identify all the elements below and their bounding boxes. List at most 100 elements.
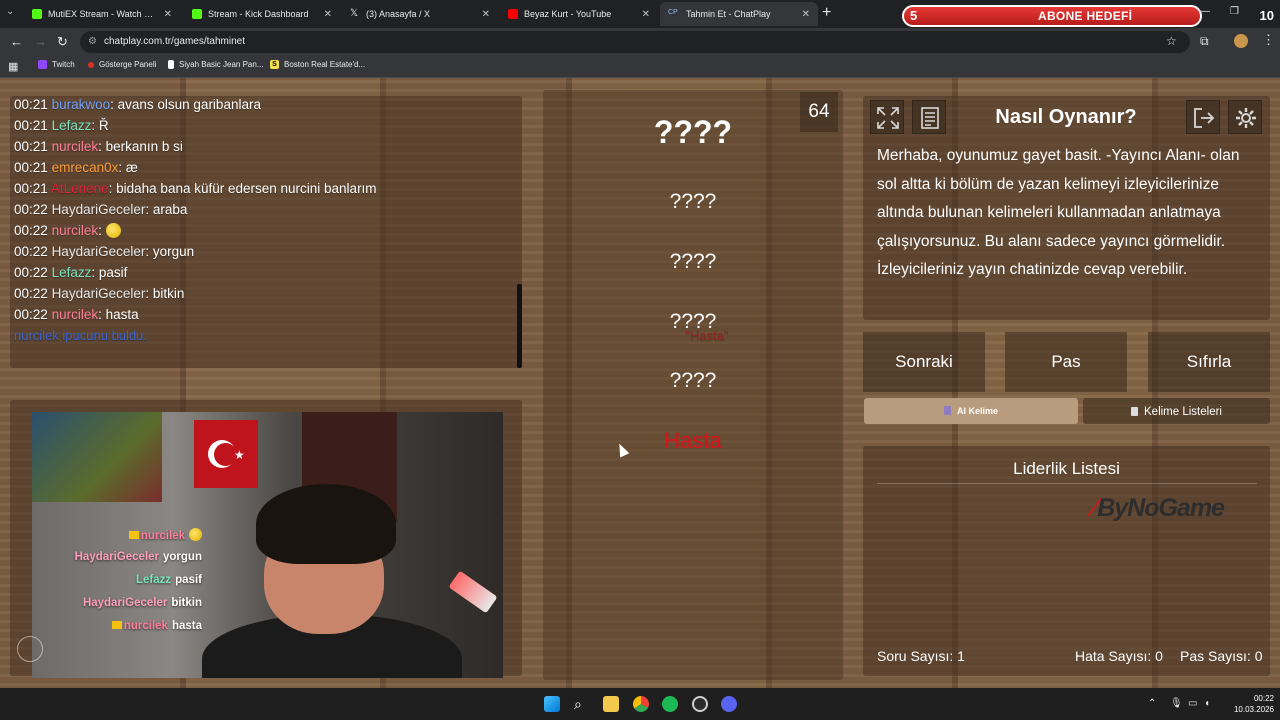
file-explorer-icon[interactable] (603, 696, 619, 712)
chat-text: æ (125, 160, 138, 175)
overlay-text: pasif (175, 574, 202, 586)
network-icon[interactable]: ▭ (1188, 698, 1197, 709)
bookmark-twitch[interactable]: Twitch (38, 60, 75, 69)
chat-time: 00:22 (14, 223, 48, 238)
error-count: Hata Sayısı: 0 (1075, 648, 1163, 664)
microphone-icon[interactable]: 🎙 (1170, 698, 1183, 709)
tab-chatplay[interactable]: CP Tahmin Et - ChatPlay ✕ (660, 2, 818, 26)
boston-icon: S (270, 60, 279, 69)
tab-bar: ⌄ MutiEX Stream - Watch Live on ✕ Stream… (0, 0, 1280, 28)
turkish-flag: ★ (194, 420, 258, 488)
chat-time: 00:22 (14, 265, 48, 280)
document-icon[interactable] (912, 100, 946, 134)
sponsor-logo[interactable]: ⁄ByNoGame (1092, 494, 1225, 523)
ai-word-button[interactable]: AI Kelime (864, 398, 1078, 424)
goal-current: 5 (910, 8, 918, 23)
system-clock[interactable]: 00:22 10.03.2026 (1218, 693, 1274, 715)
overlay-message: Lefazz pasif (32, 574, 202, 597)
chat-message: 00:21 nurcilek: berkanın b si (14, 139, 183, 154)
close-icon[interactable]: ✕ (482, 9, 490, 20)
chat-time: 00:21 (14, 160, 48, 175)
obs-icon[interactable] (692, 696, 708, 712)
word-lists-button[interactable]: Kelime Listeleri (1083, 398, 1270, 424)
ai-icon (943, 406, 951, 415)
tab-title: Stream - Kick Dashboard (208, 9, 309, 19)
minimize-icon[interactable]: — (1200, 6, 1210, 17)
search-icon[interactable]: ⌕ (574, 696, 590, 712)
bookmark-star-icon[interactable]: ☆ (1166, 34, 1177, 48)
chat-text: berkanın b si (105, 139, 183, 154)
pass-button[interactable]: Pas (1005, 332, 1127, 392)
overlay-message: HaydariGeceler bitkin (32, 597, 202, 620)
chatplay-icon: CP (668, 9, 678, 16)
bookmark-jean[interactable]: Siyah Basic Jean Pan... (168, 60, 264, 69)
tab-mutiex[interactable]: MutiEX Stream - Watch Live on ✕ (24, 2, 180, 26)
twitch-icon (38, 60, 47, 69)
bookmark-label: Twitch (52, 60, 75, 69)
chat-message: 00:21 Lefazz: Ř (14, 118, 109, 133)
next-button[interactable]: Sonraki (863, 332, 985, 392)
overlay-message: HaydariGeceler yorgun (32, 551, 202, 574)
chat-message: 00:22 Lefazz: pasif (14, 265, 128, 280)
hint-word: ???? (669, 190, 717, 213)
site-info-icon[interactable]: ⚙ (88, 31, 97, 53)
start-icon[interactable] (544, 696, 560, 712)
restore-icon[interactable]: ❐ (1230, 6, 1239, 17)
mic-icon[interactable] (17, 636, 43, 662)
chat-text: yorgun (152, 244, 195, 259)
close-icon[interactable]: ✕ (164, 9, 172, 20)
reload-icon[interactable]: ↻ (57, 34, 68, 50)
webcam-view: ★ nurcilek HaydariGeceler yorgun Lefazz pa… (32, 412, 503, 678)
forward-icon[interactable]: → (34, 34, 47, 49)
reset-button[interactable]: Sıfırla (1148, 332, 1270, 392)
found-text: ipucunu buldu. (62, 328, 147, 343)
close-icon[interactable]: ✕ (324, 9, 332, 20)
url-text: chatplay.com.tr/games/tahminet (104, 36, 245, 47)
chat-scrollbar[interactable] (517, 284, 522, 368)
url-field[interactable]: ⚙ chatplay.com.tr/games/tahminet (80, 31, 1190, 53)
new-tab-icon[interactable]: + (822, 4, 831, 22)
word-lists-label: Kelime Listeleri (1144, 406, 1222, 418)
fullscreen-icon[interactable] (870, 100, 904, 134)
chat-text: bitkin (152, 286, 185, 301)
chat-text: bidaha bana küfür edersen nurcini banlar… (116, 181, 377, 196)
spotify-icon[interactable] (662, 696, 678, 712)
chat-user: AtLenene (50, 181, 109, 196)
overlay-text: bitkin (171, 597, 202, 609)
back-icon[interactable]: ← (10, 34, 23, 49)
overlay-message: nurcilek (32, 528, 202, 551)
chat-user: nurcilek (51, 223, 99, 238)
apps-grid-icon[interactable]: ▦ (8, 60, 18, 73)
extensions-icon[interactable]: ⧉ (1200, 34, 1209, 49)
tray-chevron-icon[interactable]: ⌃ (1148, 698, 1156, 709)
chat-text: avans olsun garibanlara (117, 97, 261, 112)
ai-word-label: AI Kelime (956, 406, 998, 416)
chat-user: Lefazz (51, 118, 92, 133)
close-icon[interactable]: ✕ (642, 9, 650, 20)
discord-icon[interactable] (721, 696, 737, 712)
kick-icon (32, 9, 42, 19)
chat-time: 00:22 (14, 244, 48, 259)
exit-icon[interactable] (1186, 100, 1220, 134)
chrome-icon[interactable] (633, 696, 649, 712)
bookmark-dashboard[interactable]: Gösterge Paneli (88, 60, 156, 69)
found-user: nurcilek (14, 328, 59, 343)
chat-log: 00:21 burakwoo: avans olsun garibanlara … (14, 97, 729, 349)
subscriber-goal-overlay: 5 ABONE HEDEFİ 10 (902, 4, 1280, 28)
volume-icon[interactable]: ◖ (1204, 698, 1210, 709)
tab-search-icon[interactable]: ⌄ (6, 6, 14, 17)
youtube-icon (508, 9, 518, 19)
emoji-icon (189, 528, 202, 541)
tab-x[interactable]: 𝕏 (3) Anasayfa / X ✕ (342, 2, 498, 26)
tab-kick-dashboard[interactable]: Stream - Kick Dashboard ✕ (184, 2, 340, 26)
bookmark-boston[interactable]: S Boston Real Estate'd... (270, 60, 365, 69)
profile-avatar[interactable] (1234, 34, 1248, 48)
sub-badge-icon (111, 621, 122, 629)
menu-icon[interactable]: ⋮ (1262, 32, 1275, 48)
tab-youtube[interactable]: Beyaz Kurt - YouTube ✕ (500, 2, 658, 26)
divider (877, 483, 1257, 484)
dashboard-icon (88, 61, 94, 68)
settings-gear-icon[interactable] (1228, 100, 1262, 134)
chat-user: nurcilek (51, 307, 99, 322)
close-icon[interactable]: ✕ (802, 9, 810, 20)
